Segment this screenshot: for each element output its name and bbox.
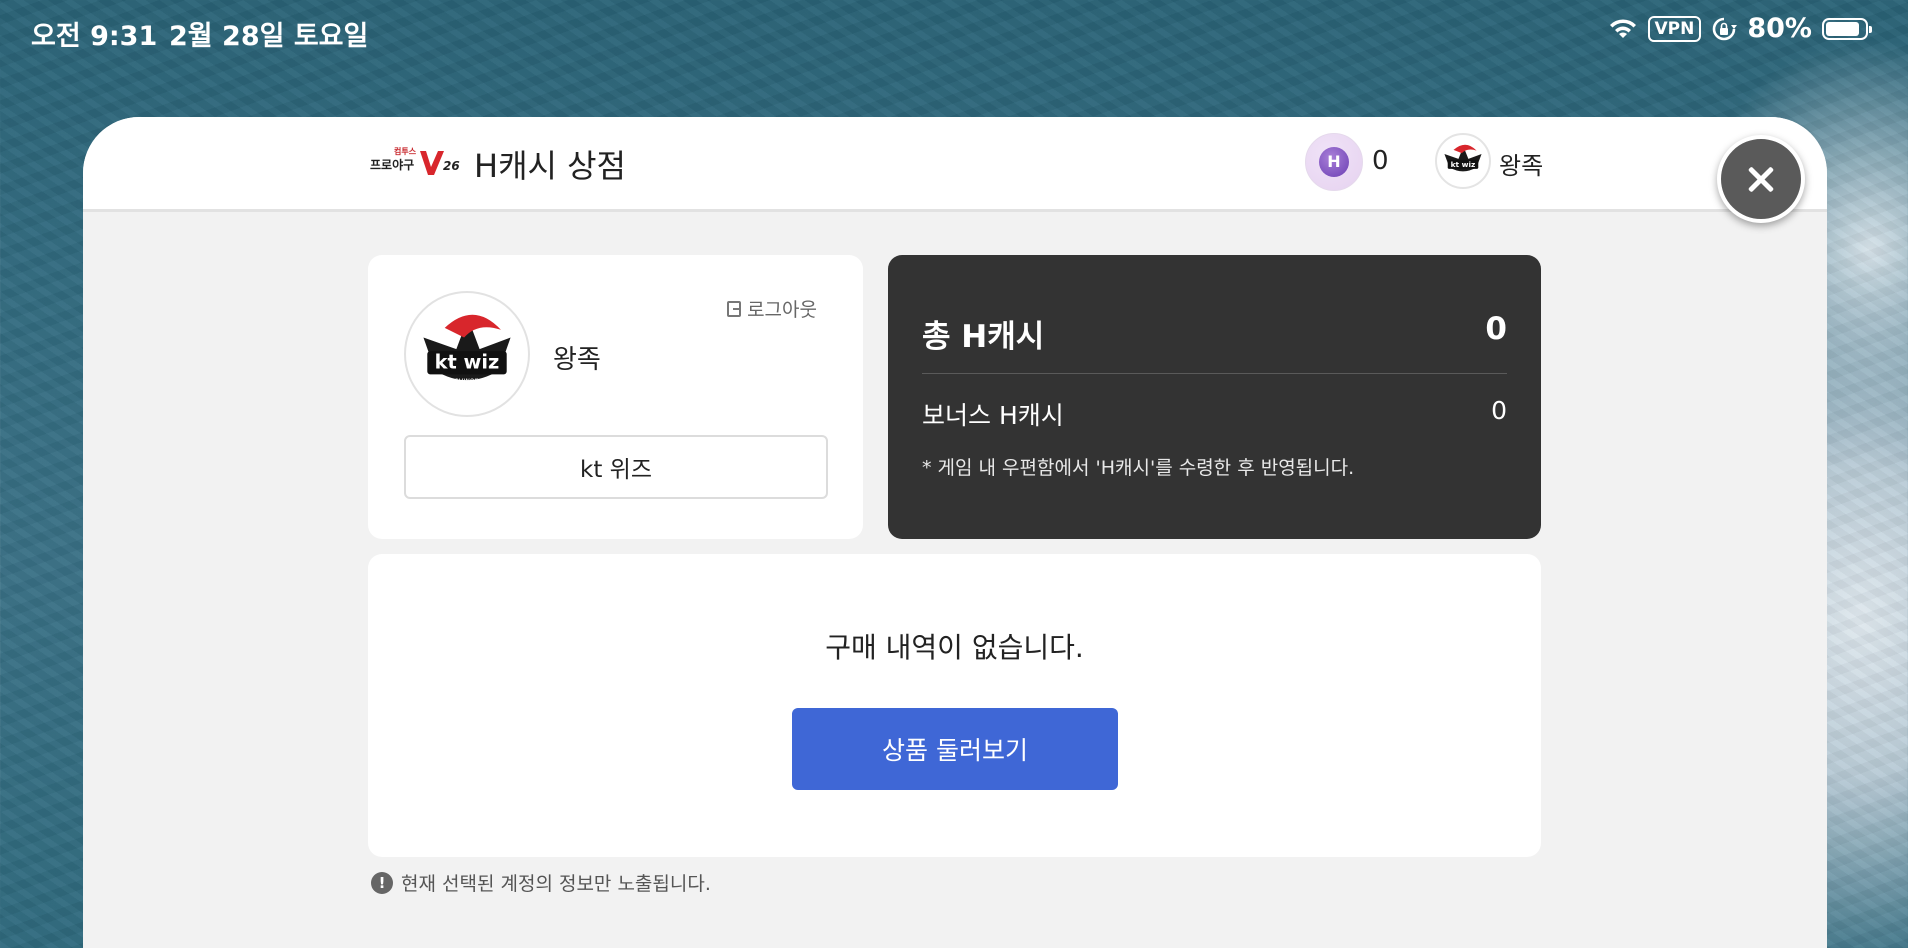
svg-text:kt wiz: kt wiz — [435, 351, 500, 374]
modal-header: 컴투스 프로야구 26 H캐시 상점 H 0 kt wiz 왕족 — [83, 117, 1827, 212]
bonus-hcash-value: 0 — [1491, 396, 1507, 425]
status-icons: VPN 80% — [1608, 13, 1872, 44]
wifi-icon — [1609, 18, 1636, 38]
profile-name: 왕족 — [553, 345, 601, 375]
battery-percent: 80% — [1747, 13, 1812, 44]
header-user-name: 왕족 — [1499, 152, 1544, 180]
hcash-note: * 게임 내 우편함에서 'H캐시'를 수령한 후 반영됩니다. — [922, 457, 1355, 479]
svg-text:suwon: suwon — [455, 376, 480, 385]
hcash-balance: 0 — [1372, 146, 1389, 176]
status-bar: 오전 9:31 2월 28일 토요일 VPN 80% — [0, 0, 1908, 64]
logout-button[interactable]: 로그아웃 — [727, 295, 817, 322]
logout-icon — [727, 300, 742, 317]
rotation-lock-icon — [1713, 17, 1738, 40]
battery-icon — [1822, 17, 1872, 40]
logout-label: 로그아웃 — [747, 299, 817, 321]
svg-text:프로야구: 프로야구 — [370, 157, 414, 172]
svg-text:컴투스: 컴투스 — [394, 146, 417, 156]
page-title: H캐시 상점 — [474, 147, 626, 185]
game-logo-icon: 컴투스 프로야구 26 — [370, 146, 460, 175]
account-notice: ! 현재 선택된 계정의 정보만 노출됩니다. — [371, 869, 711, 896]
team-button[interactable]: kt 위즈 — [404, 435, 828, 499]
notice-text: 현재 선택된 계정의 정보만 노출됩니다. — [401, 873, 711, 895]
vpn-badge: VPN — [1647, 15, 1702, 42]
profile-avatar: kt wiz suwon — [404, 291, 530, 417]
browse-products-button[interactable]: 상품 둘러보기 — [792, 708, 1118, 790]
hcash-summary-card: 총 H캐시 0 보너스 H캐시 0 * 게임 내 우편함에서 'H캐시'를 수령… — [888, 255, 1541, 539]
kt-wiz-logo-icon: kt wiz — [1444, 144, 1482, 172]
empty-history-text: 구매 내역이 없습니다. — [825, 631, 1084, 664]
svg-text:26: 26 — [443, 159, 460, 173]
profile-card: kt wiz suwon 왕족 로그아웃 kt 위즈 — [368, 255, 863, 539]
svg-text:kt wiz: kt wiz — [1451, 160, 1476, 169]
hcash-coin-icon: H — [1305, 133, 1363, 191]
bonus-hcash-label: 보너스 H캐시 — [922, 401, 1064, 430]
status-time: 오전 9:31 — [31, 21, 158, 52]
hcash-store-modal: 컴투스 프로야구 26 H캐시 상점 H 0 kt wiz 왕족 kt wiz … — [83, 117, 1827, 948]
total-hcash-label: 총 H캐시 — [922, 319, 1045, 355]
status-date: 2월 28일 토요일 — [169, 21, 369, 52]
exclamation-icon: ! — [371, 871, 393, 894]
total-hcash-value: 0 — [1485, 311, 1507, 347]
purchase-history-card: 구매 내역이 없습니다. 상품 둘러보기 — [368, 554, 1541, 857]
close-button[interactable] — [1717, 135, 1805, 223]
kt-wiz-logo-icon: kt wiz suwon — [423, 314, 511, 385]
team-avatar[interactable]: kt wiz — [1435, 133, 1491, 189]
divider — [922, 373, 1507, 374]
